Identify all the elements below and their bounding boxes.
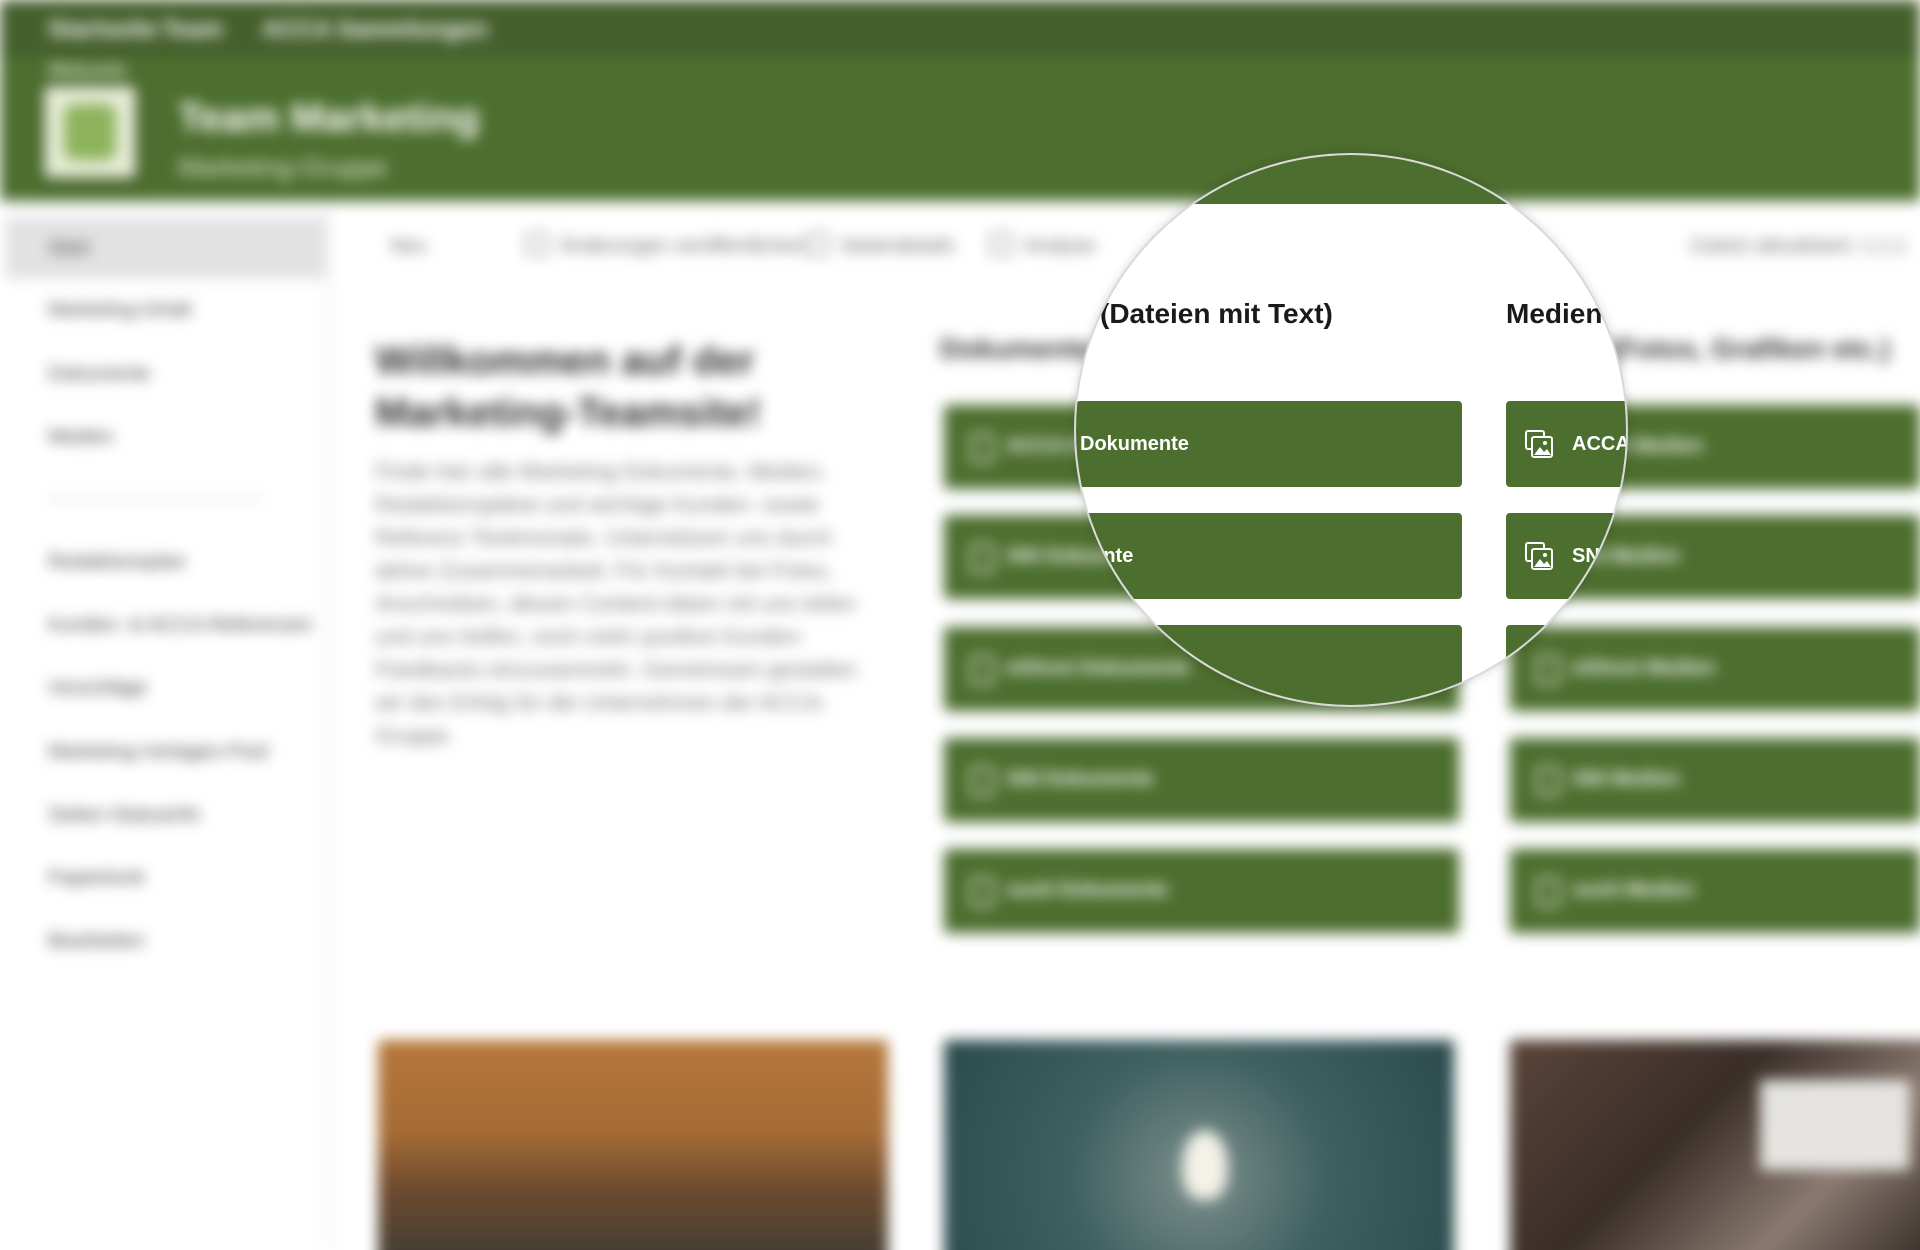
magnified-doc-tile-1[interactable]: Dokumente	[1076, 401, 1462, 487]
last-updated-status: Zuletzt aktualisiert: 1.1.1	[1690, 235, 1907, 257]
image-icon	[1525, 430, 1553, 458]
doc-tile-sunit[interactable]: sunit Dokumente	[944, 849, 1459, 933]
page-details-button[interactable]: Seitendetails	[840, 235, 955, 258]
magnified-doc-tile-label: nente	[1080, 545, 1134, 567]
tile-label: SNI Dokumente	[1006, 768, 1154, 790]
breadcrumb[interactable]: Webseite	[48, 60, 127, 81]
logo-mark-icon	[64, 104, 116, 160]
sidebar-item-marketing-inhalt[interactable]: Marketing-Inhalt	[48, 299, 191, 322]
image-icon	[1536, 766, 1560, 796]
blurred-background: Startseite Team ACCA Sammlungen Webseite…	[0, 0, 1920, 1250]
welcome-title: Willkommen auf der Marketing-Teamsite!	[375, 339, 762, 435]
magnified-doc-tile-3[interactable]	[1076, 625, 1462, 705]
site-subtitle: Marketing-Gruppe	[178, 152, 388, 182]
magnified-doc-tile-label: Dokumente	[1080, 433, 1189, 455]
magnified-media-tile-label: ACCA	[1572, 433, 1628, 455]
sidebar-item-redaktionsplan[interactable]: Redaktionsplan	[48, 551, 186, 574]
site-logo[interactable]	[40, 82, 140, 182]
edit-icon	[526, 233, 548, 255]
nav-link-team[interactable]: Team	[162, 16, 223, 44]
photo-light-bulb[interactable]	[944, 1040, 1454, 1250]
sidebar-item-vorschlaege[interactable]: Vorschläge	[48, 677, 147, 700]
analytics-icon	[990, 233, 1012, 255]
sidebar-item-referenzen[interactable]: Kunden- & ACCA-Referenzen	[48, 614, 313, 637]
tile-label: SNI Medien	[1572, 768, 1680, 790]
top-navigation: Startseite Team ACCA Sammlungen	[0, 0, 1920, 56]
publish-button[interactable]: Änderungen veröffentlichen	[560, 235, 804, 258]
magnifier-lens: (Dateien mit Text) Medien Dokumente nent…	[1074, 153, 1628, 707]
sidebar-item-statusinfo[interactable]: Seiten-Statusinfo	[48, 804, 200, 827]
image-icon	[1536, 877, 1560, 907]
magnified-documents-heading: (Dateien mit Text)	[1100, 298, 1333, 329]
welcome-text: Finde hier alle Marketing-Dokumente, Med…	[375, 459, 857, 748]
photo-conference-hall[interactable]	[378, 1040, 888, 1250]
magnified-header-strip	[1076, 155, 1626, 204]
nav-link-acca-sammlungen[interactable]: ACCA Sammlungen	[262, 16, 488, 44]
new-button[interactable]: Neu	[390, 235, 427, 258]
sidebar-item-papierkorb[interactable]: Papierkorb	[48, 867, 145, 890]
sidebar-item-bearbeiten[interactable]: Bearbeiten	[48, 930, 145, 953]
document-icon	[970, 543, 994, 573]
media-tile-sunit[interactable]: sunit Medien	[1510, 849, 1920, 933]
tile-label: sunit Medien	[1572, 879, 1695, 901]
doc-tile-sni-2[interactable]: SNI Dokumente	[944, 738, 1459, 822]
analytics-button[interactable]: Analyse	[1024, 235, 1095, 258]
sharepoint-page: Startseite Team ACCA Sammlungen Webseite…	[0, 0, 1920, 1250]
magnified-media-tile-3[interactable]	[1506, 625, 1626, 705]
document-icon	[970, 877, 994, 907]
tile-label: sunit Dokumente	[1006, 879, 1169, 901]
light-bulb-icon	[1182, 1130, 1228, 1200]
document-icon	[970, 433, 994, 463]
sidebar-divider	[48, 498, 262, 500]
sidebar-item-start[interactable]: Start	[48, 237, 90, 260]
sidebar-item-vorlagen-pool[interactable]: Marketing-Vorlagen-Pool	[48, 741, 268, 764]
media-tile-sni-2[interactable]: SNI Medien	[1510, 738, 1920, 822]
magnified-media-heading: Medien	[1506, 298, 1603, 329]
sidebar: Start Marketing-Inhalt Dokumente Medien …	[0, 201, 330, 1250]
sidebar-item-medien[interactable]: Medien	[48, 426, 114, 449]
site-header: Webseite Team Marketing Marketing-Gruppe	[0, 56, 1920, 201]
magnified-media-tile-1[interactable]: ACCA	[1506, 401, 1628, 487]
photo-meeting[interactable]	[1510, 1040, 1920, 1250]
sidebar-item-dokumente[interactable]: Dokumente	[48, 363, 150, 386]
magnified-media-tile-2[interactable]: SN	[1506, 513, 1626, 599]
image-icon	[1525, 542, 1553, 570]
magnified-doc-tile-2[interactable]: nente	[1076, 513, 1462, 599]
info-icon	[806, 233, 828, 255]
magnified-media-tile-label: SN	[1572, 545, 1600, 567]
document-icon	[970, 655, 994, 685]
site-title: Team Marketing	[178, 96, 480, 140]
document-icon	[970, 766, 994, 796]
projector-screen	[1760, 1080, 1910, 1170]
nav-link-startseite[interactable]: Startseite	[48, 16, 157, 44]
